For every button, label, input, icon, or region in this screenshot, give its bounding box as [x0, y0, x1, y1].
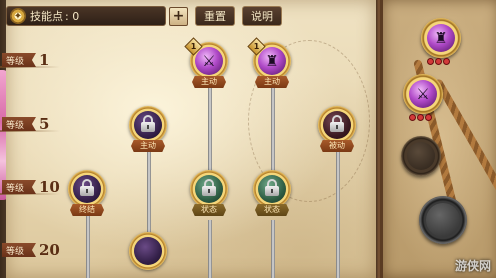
skill-type-banner: 主动 — [131, 140, 165, 152]
skill-type-banner: 主动 — [255, 76, 289, 88]
equip-slot-3[interactable] — [401, 136, 441, 176]
slot-rank-dots — [427, 58, 450, 65]
equip-slot-1[interactable]: ♜ — [421, 18, 461, 58]
skill-type-banner: 终结 — [70, 204, 104, 216]
skill-node-active-3[interactable]: 主动 — [126, 106, 172, 156]
skill-node-status-2[interactable]: 状态 — [250, 170, 296, 220]
level-number: 1 — [39, 51, 50, 69]
skill-points-value: : 0 — [65, 9, 80, 23]
skill-type-banner: 主动 — [192, 76, 226, 88]
add-skill-points-button[interactable]: + — [169, 6, 188, 26]
skill-node-status-1[interactable]: 状态 — [187, 170, 233, 220]
level-marker-10: 等级 10 — [2, 178, 60, 196]
spirit-skill-icon: ♜ — [265, 52, 279, 70]
spirit-skill-icon: ♜ — [427, 24, 455, 52]
skill-rank-value: 1 — [190, 42, 197, 51]
lock-icon — [80, 179, 94, 197]
level-tag: 等级 — [2, 53, 36, 67]
skill-connector — [336, 150, 340, 278]
level-number: 5 — [39, 115, 50, 133]
skill-points-label: 技能点 — [30, 10, 63, 23]
skill-connector — [271, 220, 275, 278]
lock-icon — [141, 115, 155, 133]
level-marker-20: 等级 20 — [2, 241, 60, 259]
skill-connector — [86, 214, 90, 278]
level-tag: 等级 — [2, 243, 36, 257]
claw-skill-icon: ⚔ — [409, 80, 437, 108]
lock-icon — [265, 179, 279, 197]
skill-core — [134, 237, 162, 265]
skill-type-banner: 状态 — [255, 204, 289, 216]
rope-decoration — [433, 78, 496, 212]
equip-slot-2[interactable]: ⚔ — [403, 74, 443, 114]
equip-slot-ultimate[interactable] — [419, 196, 467, 244]
skill-node-partial[interactable] — [126, 232, 172, 278]
skill-points-icon: ✦ — [10, 8, 26, 24]
skill-connector — [208, 86, 212, 176]
skill-node-active-1[interactable]: ⚔ 1 主动 — [184, 37, 233, 92]
claw-skill-icon: ⚔ — [202, 52, 216, 70]
top-bar: ✦ 技能点 : 0 + 重置 说明 — [6, 5, 282, 27]
lock-icon — [330, 115, 344, 133]
reset-button[interactable]: 重置 — [195, 6, 235, 26]
lock-icon — [202, 179, 216, 197]
level-marker-1: 等级 1 — [2, 51, 50, 69]
slot-rank-dots — [409, 114, 432, 121]
level-marker-5: 等级 5 — [2, 115, 50, 133]
skill-node-active-2[interactable]: ♜ 1 主动 — [247, 37, 296, 92]
watermark: 游侠网 — [454, 259, 491, 273]
skill-connector — [271, 86, 275, 176]
skill-node-ultimate-1[interactable]: 终结 — [65, 170, 111, 220]
skill-rank-value: 1 — [253, 42, 260, 51]
skill-connector — [208, 220, 212, 278]
skill-connector — [147, 150, 151, 240]
equipped-skills-panel: ♜ ⚔ 游侠网 — [380, 0, 496, 278]
level-number: 20 — [39, 241, 60, 259]
help-button[interactable]: 说明 — [242, 6, 282, 26]
skill-points-box: ✦ 技能点 : 0 — [6, 6, 166, 26]
level-tag: 等级 — [2, 117, 36, 131]
skill-tree-screen: ✦ 技能点 : 0 + 重置 说明 等级 1 等级 5 等级 10 等级 20 … — [0, 0, 496, 278]
skill-node-passive-1[interactable]: 被动 — [315, 106, 361, 156]
level-number: 10 — [39, 178, 60, 196]
skill-type-banner: 被动 — [320, 140, 354, 152]
level-tag: 等级 — [2, 180, 36, 194]
skill-type-banner: 状态 — [192, 204, 226, 216]
